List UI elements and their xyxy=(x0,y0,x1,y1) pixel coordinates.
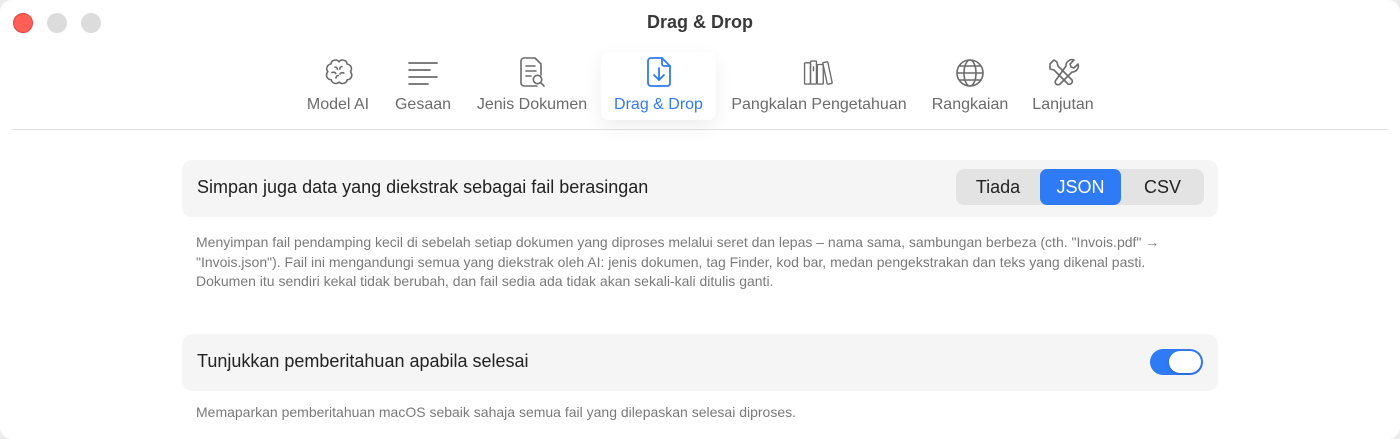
text-lines-icon xyxy=(406,56,440,90)
tab-rangkaian[interactable]: Rangkaian xyxy=(926,52,1014,120)
tab-gesaan[interactable]: Gesaan xyxy=(392,52,454,120)
notification-setting-label: Tunjukkan pemberitahuan apabila selesai xyxy=(197,351,529,371)
settings-window: Drag & Drop Model AI Gesaan Jenis Dokume… xyxy=(0,0,1400,439)
tab-label: Lanjutan xyxy=(1032,96,1094,113)
title-bar: Drag & Drop xyxy=(0,0,1400,46)
tab-label: Jenis Dokumen xyxy=(476,96,588,113)
document-search-icon xyxy=(515,56,549,90)
segment-json[interactable]: JSON xyxy=(1040,169,1121,205)
tab-drag-and-drop[interactable]: Drag & Drop xyxy=(601,52,716,120)
segment-csv[interactable]: CSV xyxy=(1121,169,1204,205)
tab-model-ai[interactable]: Model AI xyxy=(300,52,376,120)
notification-setting-row: Tunjukkan pemberitahuan apabila selesai xyxy=(182,334,1218,391)
tab-label: Model AI xyxy=(306,96,370,113)
toolbar-divider xyxy=(12,129,1388,130)
sidecar-setting-row: Simpan juga data yang diekstrak sebagai … xyxy=(182,160,1218,217)
notification-setting-description: Memaparkan pemberitahuan macOS sebaik sa… xyxy=(196,404,796,420)
segment-none[interactable]: Tiada xyxy=(956,169,1040,205)
sidecar-format-segmented-control[interactable]: Tiada JSON CSV xyxy=(956,169,1204,205)
preferences-toolbar: Model AI Gesaan Jenis Dokumen Drag & Dro… xyxy=(0,46,1400,130)
window-title: Drag & Drop xyxy=(646,12,753,32)
books-icon xyxy=(802,56,836,90)
tools-icon xyxy=(1046,56,1080,90)
tab-label: Rangkaian xyxy=(931,96,1009,113)
notification-toggle[interactable] xyxy=(1150,349,1203,375)
tab-label: Drag & Drop xyxy=(614,96,703,113)
tab-pangkalan-pengetahuan[interactable]: Pangkalan Pengetahuan xyxy=(724,52,914,120)
globe-icon xyxy=(953,56,987,90)
document-download-icon xyxy=(642,56,676,90)
tab-lanjutan[interactable]: Lanjutan xyxy=(1026,52,1100,120)
tab-jenis-dokumen[interactable]: Jenis Dokumen xyxy=(470,52,594,120)
sidecar-setting-description: Menyimpan fail pendamping kecil di sebel… xyxy=(196,234,1160,289)
brain-icon xyxy=(321,56,355,90)
tab-label: Gesaan xyxy=(394,96,452,113)
sidecar-setting-label: Simpan juga data yang diekstrak sebagai … xyxy=(197,177,649,197)
tab-label: Pangkalan Pengetahuan xyxy=(731,96,907,113)
toggle-knob xyxy=(1169,351,1201,373)
